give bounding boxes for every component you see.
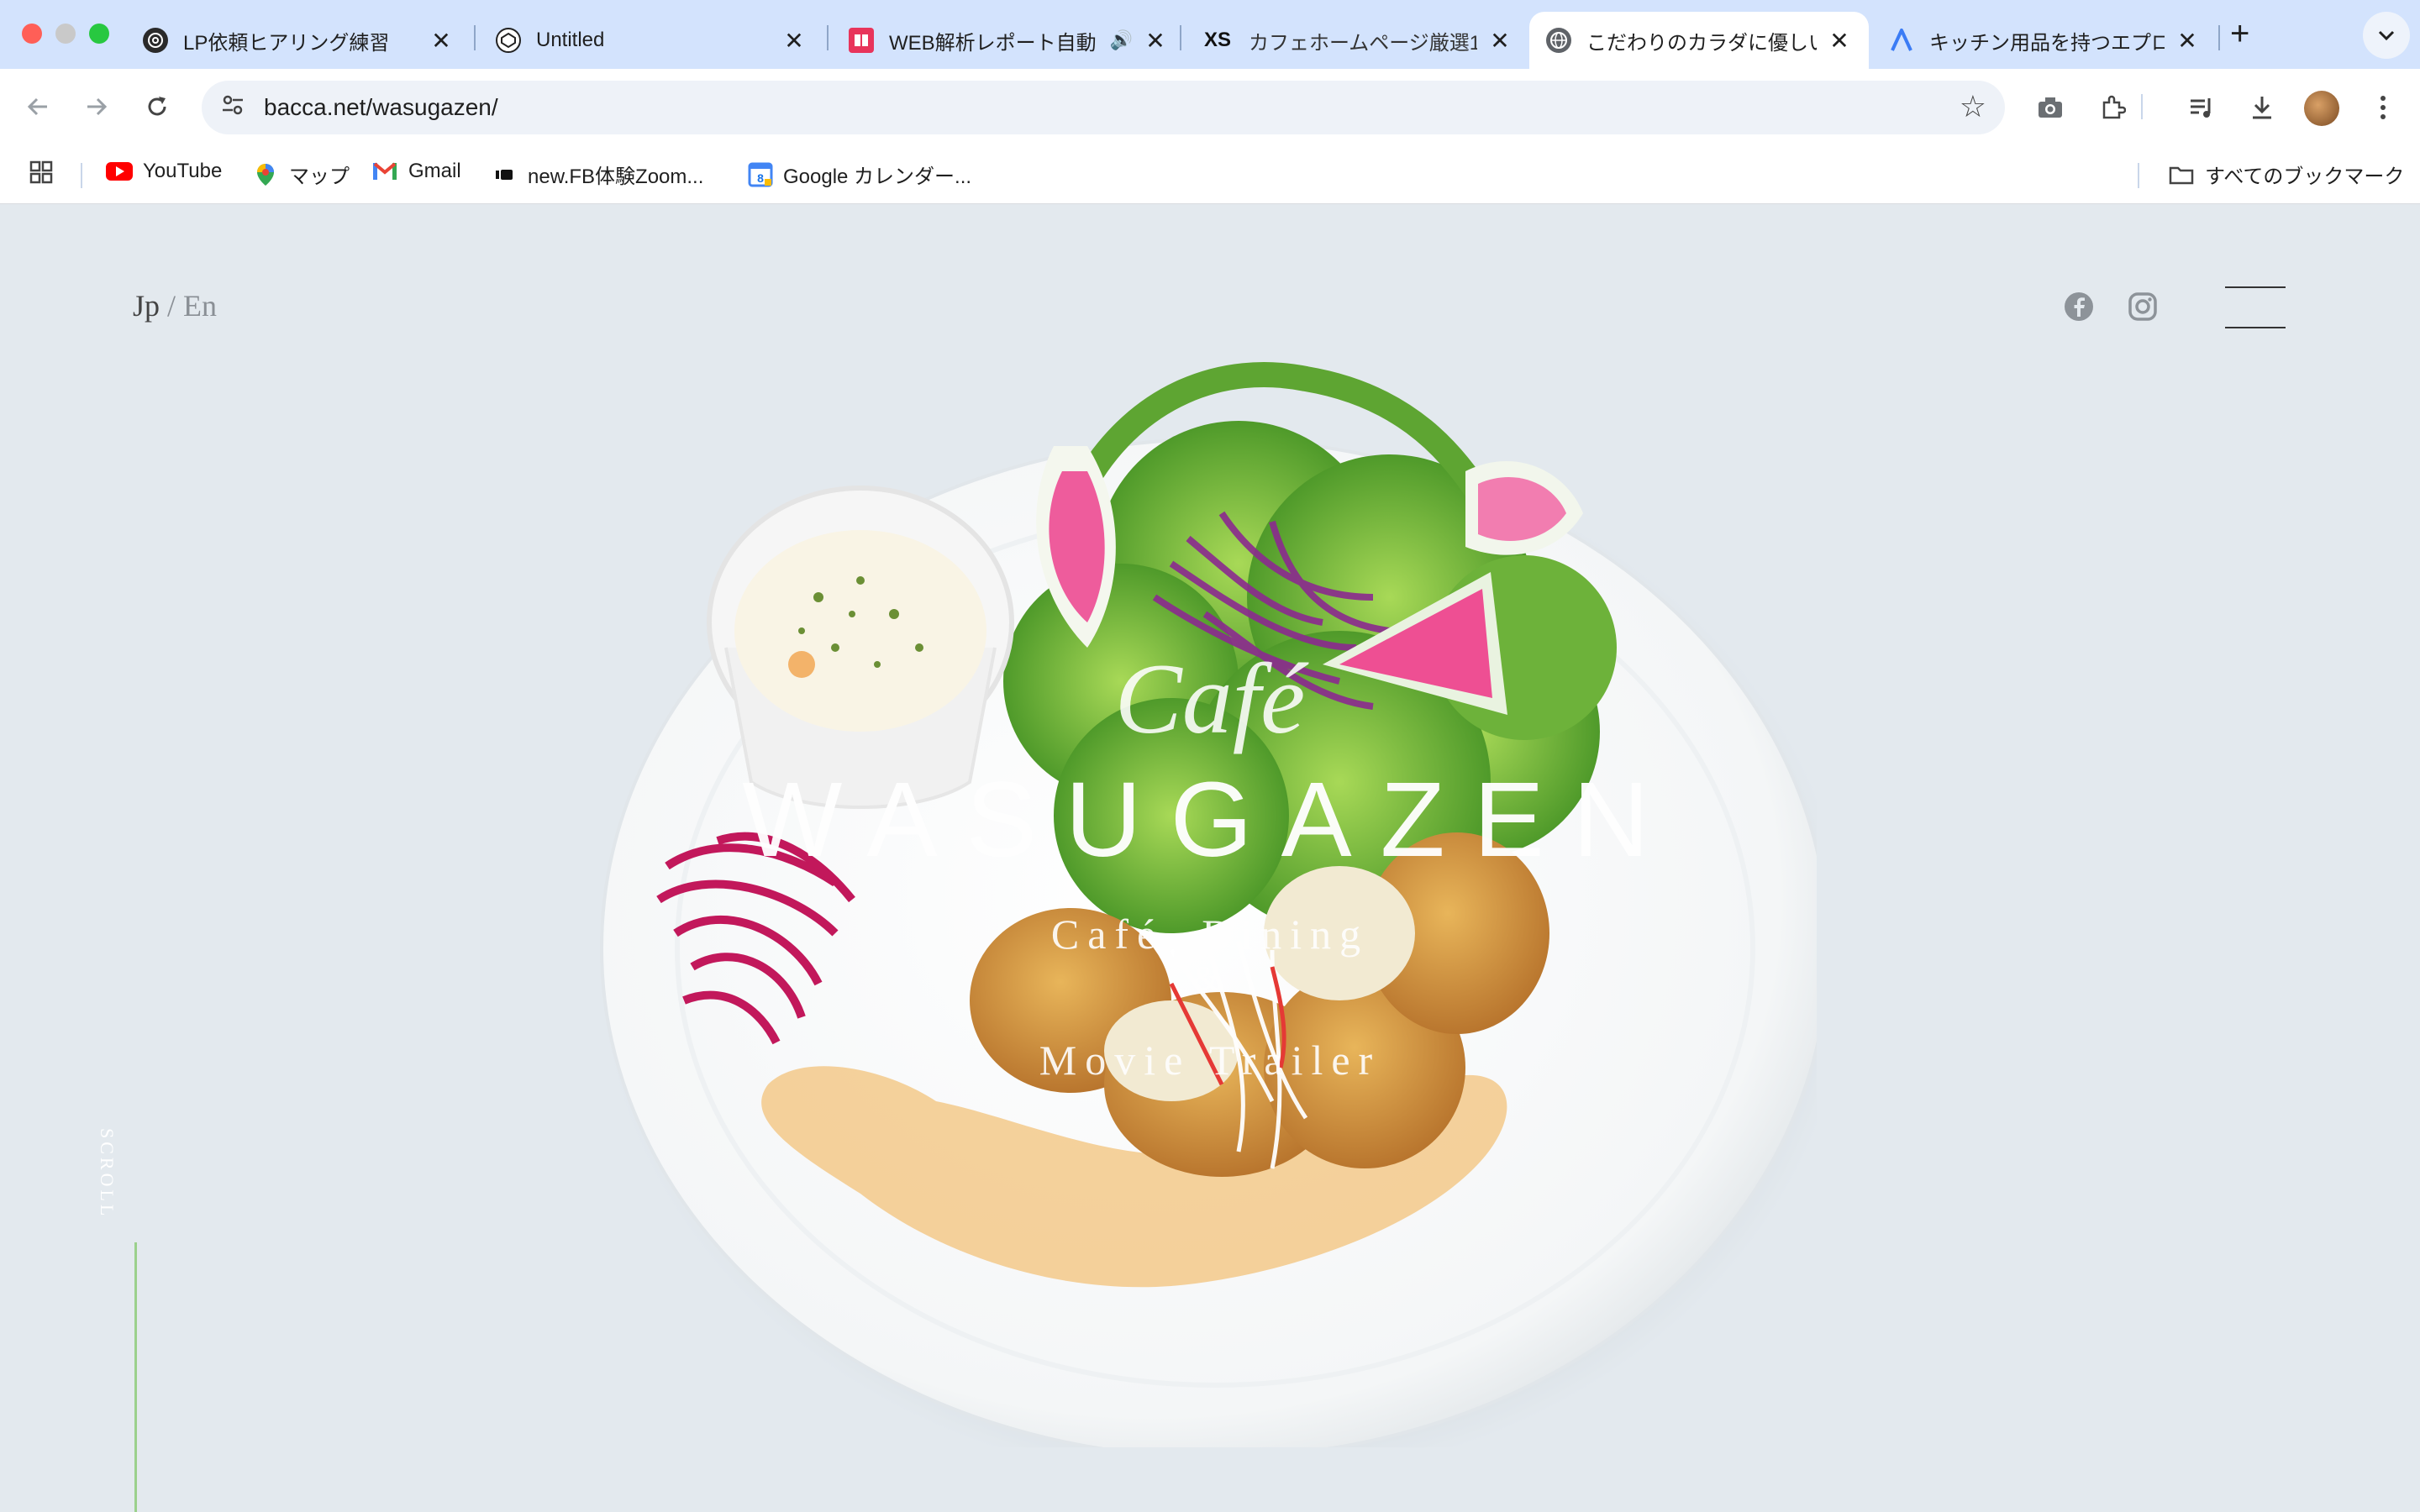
chevron-down-icon bbox=[2378, 30, 2395, 41]
globe-icon bbox=[1546, 28, 1571, 53]
bookmark-label: new.FB体験Zoom... bbox=[528, 165, 704, 188]
speaker-icon[interactable]: 🔊 bbox=[1110, 29, 1133, 51]
url-text[interactable]: bacca.net/wasugazen/ bbox=[264, 94, 498, 121]
profile-avatar[interactable] bbox=[2304, 91, 2339, 126]
bookmark-label: Gmail bbox=[408, 160, 461, 182]
tab-close-icon[interactable]: ✕ bbox=[781, 27, 807, 55]
reload-icon bbox=[148, 97, 166, 116]
bookmark-label: Google カレンダー... bbox=[783, 165, 972, 188]
window-minimize-button[interactable] bbox=[55, 24, 76, 44]
hamburger-menu-button[interactable] bbox=[2225, 285, 2286, 328]
tab-title: WEB解析レポート自動 bbox=[889, 31, 1097, 55]
maps-icon bbox=[252, 163, 279, 186]
arrow-right-icon bbox=[87, 97, 108, 116]
gmail-icon bbox=[371, 160, 398, 182]
codepen-icon bbox=[496, 28, 521, 53]
tab-divider bbox=[1180, 25, 1181, 50]
bookmark-maps[interactable]: マップ bbox=[252, 160, 350, 189]
adobe-express-icon bbox=[1889, 28, 1914, 53]
xs-logo-icon: XS bbox=[1203, 29, 1231, 51]
new-tab-button[interactable]: + bbox=[2230, 15, 2249, 53]
scroll-label: SCROLL bbox=[97, 1128, 118, 1220]
hamburger-line bbox=[2225, 286, 2286, 288]
food-plate-image bbox=[600, 362, 1817, 1447]
browser-toolbar: bacca.net/wasugazen/ ☆ bbox=[0, 69, 2420, 144]
tab-wasugazen-active[interactable]: こだわりのカラダに優しい ✕ bbox=[1529, 12, 1869, 69]
arrow-left-icon bbox=[27, 97, 47, 116]
tab-divider bbox=[827, 25, 829, 50]
tab-close-icon[interactable]: ✕ bbox=[2175, 27, 2200, 55]
bookmark-star-icon[interactable]: ☆ bbox=[1960, 89, 1986, 124]
tab-untitled[interactable]: Untitled ✕ bbox=[479, 12, 823, 69]
page-content: Jp / En Café WASUGAZEN Café, Dining & Mo… bbox=[0, 204, 2420, 1512]
address-bar[interactable]: bacca.net/wasugazen/ ☆ bbox=[202, 81, 2005, 134]
tab-close-icon[interactable]: ✕ bbox=[1827, 27, 1852, 55]
back-button[interactable] bbox=[18, 87, 57, 126]
tab-search-button[interactable] bbox=[2363, 12, 2410, 59]
camera-icon[interactable] bbox=[2032, 89, 2069, 126]
bookmark-zoom[interactable]: new.FB体験Zoom... bbox=[491, 160, 703, 189]
tab-divider bbox=[474, 25, 476, 50]
forward-button[interactable] bbox=[77, 87, 116, 126]
lang-separator: / bbox=[167, 289, 176, 323]
window-close-button[interactable] bbox=[22, 24, 42, 44]
lang-jp-link[interactable]: Jp bbox=[133, 289, 160, 323]
tab-close-icon[interactable]: ✕ bbox=[1487, 27, 1512, 55]
calendar-icon: 8 bbox=[748, 162, 773, 186]
browser-window: LP依頼ヒアリング練習 ✕ Untitled ✕ WEB解析レポート自動 🔊 ✕… bbox=[0, 0, 2420, 1512]
apps-grid-button[interactable] bbox=[29, 160, 54, 185]
instagram-icon[interactable] bbox=[2128, 291, 2158, 322]
tab-divider bbox=[2218, 25, 2220, 50]
tab-title: Untitled bbox=[536, 29, 605, 51]
tab-strip: LP依頼ヒアリング練習 ✕ Untitled ✕ WEB解析レポート自動 🔊 ✕… bbox=[0, 0, 2420, 69]
bookmark-label: YouTube bbox=[143, 160, 223, 182]
tab-close-icon[interactable]: ✕ bbox=[1143, 27, 1168, 55]
hamburger-line bbox=[2225, 327, 2286, 328]
youtube-icon bbox=[106, 160, 133, 182]
svg-text:8: 8 bbox=[757, 171, 764, 185]
bookmark-label: マップ bbox=[289, 165, 350, 188]
tab-lp-hearing[interactable]: LP依頼ヒアリング練習 ✕ bbox=[126, 12, 471, 69]
media-controls-icon[interactable] bbox=[2183, 89, 2220, 126]
tab-title: キッチン用品を持つエプロ bbox=[1929, 31, 2165, 55]
tab-title: カフェホームページ厳選10 bbox=[1249, 31, 1477, 55]
download-icon[interactable] bbox=[2244, 89, 2281, 126]
tab-web-report[interactable]: WEB解析レポート自動 🔊 ✕ bbox=[832, 12, 1185, 69]
book-icon bbox=[849, 28, 874, 53]
tab-cafe-homepage[interactable]: XS カフェホームページ厳選10 ✕ bbox=[1185, 12, 1529, 69]
tab-kitchen-apron[interactable]: キッチン用品を持つエプロ ✕ bbox=[1872, 12, 2217, 69]
window-zoom-button[interactable] bbox=[89, 24, 109, 44]
bookmark-label: すべてのブックマーク bbox=[2205, 165, 2405, 188]
all-bookmarks-button[interactable]: すべてのブックマーク bbox=[2168, 160, 2404, 189]
facebook-icon[interactable] bbox=[2064, 291, 2094, 322]
tab-close-icon[interactable]: ✕ bbox=[429, 27, 454, 55]
bookmark-gmail[interactable]: Gmail bbox=[371, 160, 461, 183]
tab-title: LP依頼ヒアリング練習 bbox=[183, 31, 390, 55]
bookmarks-bar: YouTube マップ Gmail new.FB体験Zoom... 8 Goog… bbox=[0, 144, 2420, 204]
lang-en-link[interactable]: En bbox=[183, 289, 217, 323]
scroll-indicator-line bbox=[134, 1242, 137, 1512]
openai-icon bbox=[143, 28, 168, 53]
toolbar-divider bbox=[2141, 94, 2143, 119]
folder-icon bbox=[2168, 164, 2195, 186]
language-switch: Jp / En bbox=[133, 288, 217, 323]
bookmark-divider bbox=[2138, 163, 2139, 188]
zoom-icon bbox=[491, 164, 518, 186]
extensions-icon[interactable] bbox=[2094, 89, 2131, 126]
reload-button[interactable] bbox=[138, 87, 176, 126]
bookmark-youtube[interactable]: YouTube bbox=[106, 160, 222, 183]
tab-title: こだわりのカラダに優しい bbox=[1586, 31, 1817, 55]
bookmark-calendar[interactable]: 8 Google カレンダー... bbox=[748, 160, 971, 189]
bookmark-divider bbox=[81, 163, 82, 188]
site-info-icon[interactable] bbox=[220, 92, 245, 123]
kebab-menu-icon[interactable] bbox=[2365, 89, 2402, 126]
apps-grid-icon bbox=[29, 160, 53, 184]
